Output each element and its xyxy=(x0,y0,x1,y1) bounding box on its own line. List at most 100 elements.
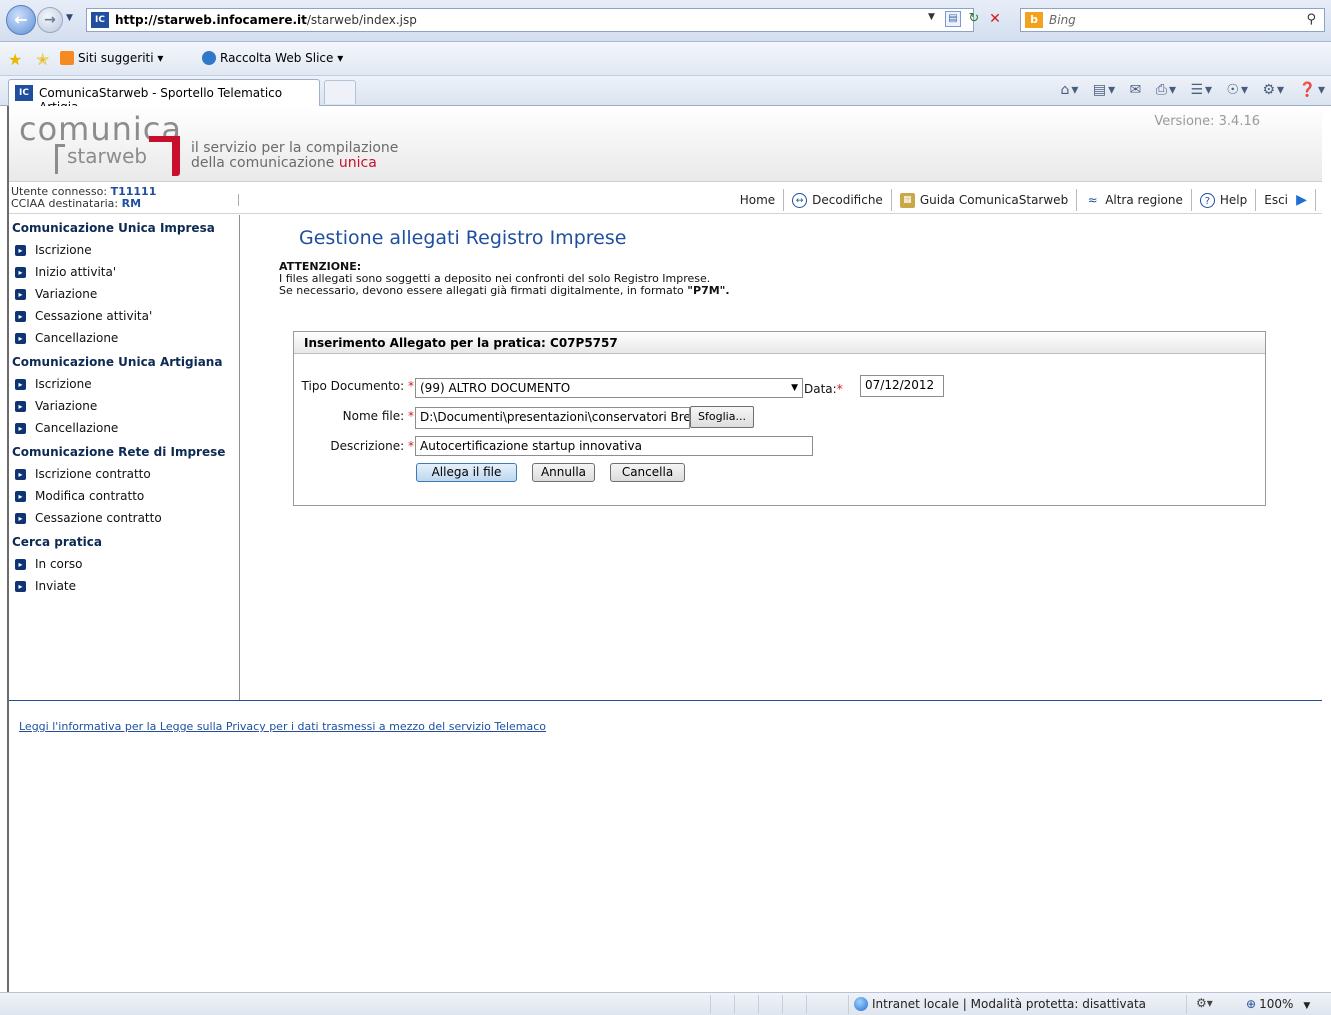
bullet-arrow-icon: ▸ xyxy=(15,332,26,344)
nav-guida[interactable]: ▦ Guida ComunicaStarweb xyxy=(892,189,1078,211)
sidebar-item-artigiana-iscrizione[interactable]: ▸ Iscrizione xyxy=(9,373,239,395)
compatibility-view-icon[interactable]: ▤ xyxy=(945,11,961,27)
site-favicon-icon: IC xyxy=(91,12,109,28)
search-icon[interactable]: ⚲ xyxy=(1306,12,1316,27)
print-icon[interactable]: ⎙▾ xyxy=(1156,82,1178,98)
tipo-documento-select[interactable]: (99) ALTRO DOCUMENTO ▼ xyxy=(415,378,803,398)
status-cell xyxy=(848,995,849,1014)
intranet-globe-icon xyxy=(854,997,868,1011)
attach-file-button[interactable]: Allega il file xyxy=(416,463,517,482)
page-title: Gestione allegati Registro Imprese xyxy=(299,227,627,249)
logo-starweb: starweb xyxy=(67,144,148,168)
mail-icon[interactable]: ✉ xyxy=(1130,82,1144,98)
chevron-down-icon: ▼ xyxy=(1303,1001,1311,1011)
web-slice-link[interactable]: Raccolta Web Slice ▾ xyxy=(202,51,343,65)
status-cell xyxy=(782,995,783,1014)
page-icon[interactable]: ☰▾ xyxy=(1190,82,1214,98)
sidebar-item-iscrizione[interactable]: ▸ Iscrizione xyxy=(9,239,239,261)
status-cell xyxy=(710,995,711,1014)
bing-logo-icon: b xyxy=(1025,12,1043,28)
tagline-line2: della comunicazione unica xyxy=(191,155,377,171)
suggested-sites-link[interactable]: Siti suggeriti ▾ xyxy=(60,51,163,65)
search-input[interactable]: b Bing ⚲ xyxy=(1020,8,1325,32)
status-bar: Intranet locale | Modalità protetta: dis… xyxy=(0,992,1331,1015)
file-path-input[interactable]: D:\Documenti\presentazioni\conservatori … xyxy=(415,407,690,429)
site-header: comunica starweb il servizio per la comp… xyxy=(9,106,1322,182)
sidebar-item-cessazione-contratto[interactable]: ▸ Cessazione contratto xyxy=(9,507,239,529)
cancella-button[interactable]: Cancella xyxy=(610,463,685,482)
refresh-icon[interactable]: ↻ xyxy=(966,11,982,27)
logo-red-bar xyxy=(172,136,180,176)
search-placeholder: Bing xyxy=(1049,13,1076,27)
logo-comunica: comunica xyxy=(19,110,182,148)
suggested-sites-icon xyxy=(60,51,74,65)
sidebar-section-rete: Comunicazione Rete di Imprese xyxy=(12,445,226,459)
separator xyxy=(238,194,239,206)
sidebar-item-variazione[interactable]: ▸ Variazione xyxy=(9,283,239,305)
sidebar-item-artigiana-cancellazione[interactable]: ▸ Cancellazione xyxy=(9,417,239,439)
back-button[interactable]: ← xyxy=(6,5,36,35)
feeds-icon[interactable]: ▤▾ xyxy=(1093,82,1117,98)
bullet-arrow-icon: ▸ xyxy=(15,580,26,592)
stop-icon[interactable]: ✕ xyxy=(986,10,1004,28)
sidebar-section-artigiana: Comunicazione Unica Artigiana xyxy=(12,355,223,369)
tab-comunicastarweb[interactable]: IC ComunicaStarweb - Sportello Telematic… xyxy=(8,79,320,114)
nav-esci[interactable]: Esci ▶ xyxy=(1256,189,1316,211)
history-dropdown-icon[interactable]: ▼ xyxy=(66,13,73,23)
forward-button[interactable]: → xyxy=(37,7,63,33)
sidebar-item-artigiana-variazione[interactable]: ▸ Variazione xyxy=(9,395,239,417)
logo-bracket xyxy=(55,144,65,174)
protected-mode-icon[interactable]: ⚙▾ xyxy=(1196,996,1213,1010)
descrizione-input[interactable]: Autocertificazione startup innovativa xyxy=(415,436,813,456)
sidebar-section-cerca: Cerca pratica xyxy=(12,535,102,549)
home-icon[interactable]: ⌂▾ xyxy=(1060,82,1080,98)
status-cell xyxy=(1186,995,1187,1014)
code-icon: ↔ xyxy=(792,192,808,208)
privacy-link[interactable]: Leggi l'informativa per la Legge sulla P… xyxy=(19,720,546,733)
nome-file-label: Nome file: * xyxy=(342,409,414,423)
command-bar: ⌂▾ ▤▾ ✉ ⎙▾ ☰▾ ☉▾ ⚙▾ ❓▾ xyxy=(1054,82,1327,98)
security-zone[interactable]: Intranet locale | Modalità protetta: dis… xyxy=(854,997,1146,1011)
status-cell xyxy=(806,995,807,1014)
help-icon[interactable]: ❓▾ xyxy=(1299,82,1327,98)
sidebar-item-modifica-contratto[interactable]: ▸ Modifica contratto xyxy=(9,485,239,507)
sidebar-item-iscrizione-contratto[interactable]: ▸ Iscrizione contratto xyxy=(9,463,239,485)
bullet-arrow-icon: ▸ xyxy=(15,468,26,480)
data-input[interactable]: 07/12/2012 xyxy=(860,375,944,397)
zoom-icon: ⊕ xyxy=(1246,997,1257,1011)
status-cell xyxy=(734,995,735,1014)
bullet-arrow-icon: ▸ xyxy=(15,288,26,300)
zoom-control[interactable]: ⊕ 100% ▼ xyxy=(1246,997,1310,1011)
tipo-documento-label: Tipo Documento: * xyxy=(301,379,414,393)
chevron-down-icon: ▼ xyxy=(791,383,798,393)
bullet-arrow-icon: ▸ xyxy=(15,558,26,570)
tagline: il servizio per la compilazione della co… xyxy=(191,141,398,171)
url-dropdown-icon[interactable]: ▼ xyxy=(928,12,935,22)
form-header: Inserimento Allegato per la pratica: C07… xyxy=(294,332,1265,354)
version-label: Versione: 3.4.16 xyxy=(1154,114,1260,129)
url-text: http://starweb.infocamere.it/starweb/ind… xyxy=(115,13,417,27)
new-tab-button[interactable] xyxy=(324,80,356,104)
nav-help[interactable]: ? Help xyxy=(1192,189,1257,211)
sidebar: Comunicazione Unica Impresa ▸ Iscrizione … xyxy=(9,215,240,700)
url-input[interactable]: IC http://starweb.infocamere.it/starweb/… xyxy=(86,8,974,32)
site-favicon-icon: IC xyxy=(15,85,33,101)
sidebar-item-inviate[interactable]: ▸ Inviate xyxy=(9,575,239,597)
tools-gear-icon[interactable]: ⚙▾ xyxy=(1263,82,1287,98)
browse-button[interactable]: Sfoglia... xyxy=(690,406,754,428)
bullet-arrow-icon: ▸ xyxy=(15,400,26,412)
sidebar-item-in-corso[interactable]: ▸ In corso xyxy=(9,553,239,575)
annulla-button[interactable]: Annulla xyxy=(532,463,595,482)
sidebar-item-cessazione-attivita[interactable]: ▸ Cessazione attivita' xyxy=(9,305,239,327)
safety-icon[interactable]: ☉▾ xyxy=(1226,82,1250,98)
warning-notice: ATTENZIONE: I files allegati sono sogget… xyxy=(279,260,730,297)
favorites-star-icon[interactable]: ★ xyxy=(8,50,22,69)
sidebar-item-inizio-attivita[interactable]: ▸ Inizio attivita' xyxy=(9,261,239,283)
user-info: Utente connesso: T11111 CCIAA destinatar… xyxy=(11,185,157,210)
nav-home[interactable]: Home xyxy=(732,189,785,211)
nav-decodifiche[interactable]: ↔ Decodifiche xyxy=(784,189,892,211)
nav-altra-regione[interactable]: ≈ Altra regione xyxy=(1077,189,1192,211)
sidebar-item-cancellazione[interactable]: ▸ Cancellazione xyxy=(9,327,239,349)
add-favorite-icon[interactable]: ✭ xyxy=(36,50,49,69)
tagline-line1: il servizio per la compilazione xyxy=(191,140,399,156)
